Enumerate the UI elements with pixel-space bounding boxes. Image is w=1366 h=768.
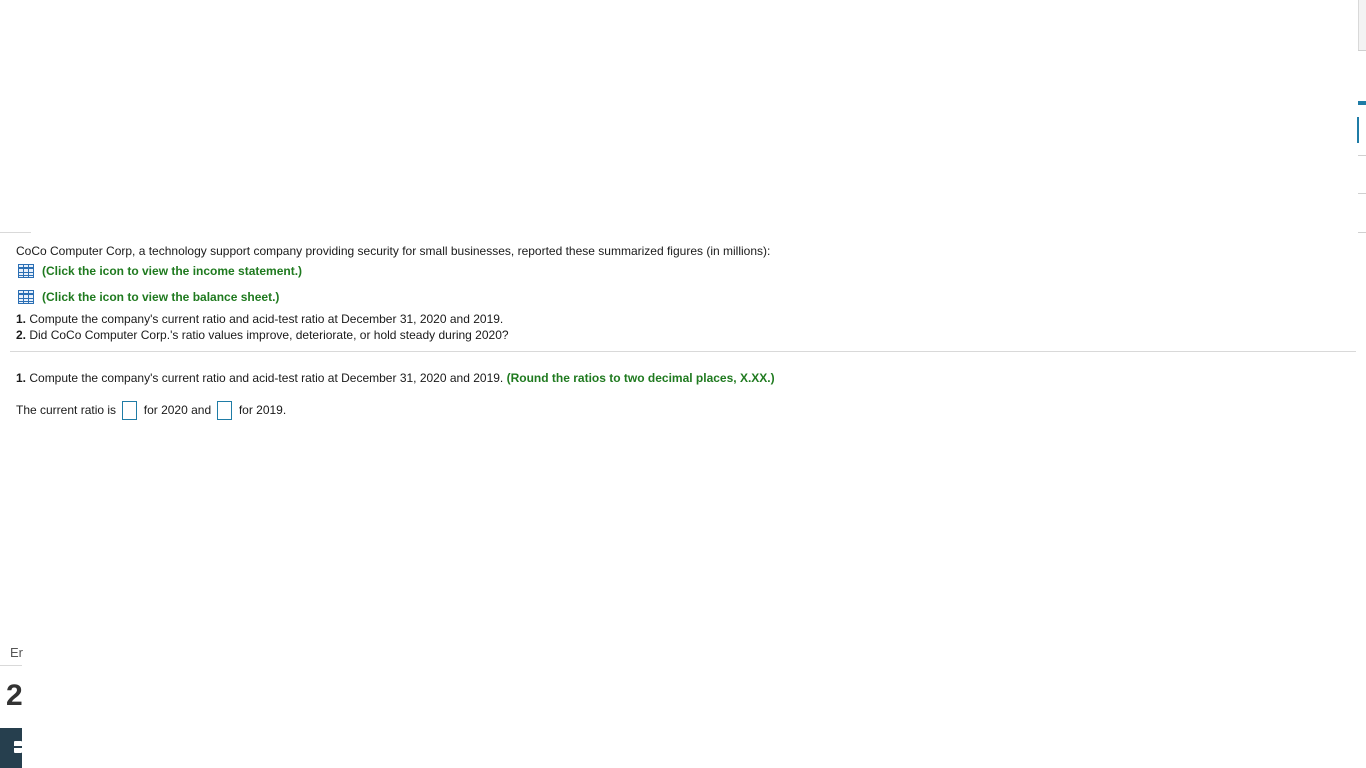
answer-suffix: for 2019. xyxy=(238,403,287,417)
question-number: 2. xyxy=(16,328,27,342)
part-text: Compute the company's current ratio and … xyxy=(26,371,507,385)
question-item: 2. Did CoCo Computer Corp.'s ratio value… xyxy=(16,327,509,343)
problem-intro: CoCo Computer Corp, a technology support… xyxy=(16,244,771,258)
question-item: 1. Compute the company's current ratio a… xyxy=(16,311,503,327)
current-ratio-2019-input[interactable] xyxy=(217,401,233,421)
left-panel-number: 2 xyxy=(6,679,23,712)
income-statement-link-label[interactable]: (Click the icon to view the income state… xyxy=(42,263,302,279)
rounding-hint: (Round the ratios to two decimal places,… xyxy=(506,371,775,385)
part1-instruction: 1. Compute the company's current ratio a… xyxy=(16,370,775,386)
right-divider xyxy=(1358,50,1366,51)
balance-sheet-link[interactable]: (Click the icon to view the balance shee… xyxy=(18,289,279,305)
question-text: Compute the company's current ratio and … xyxy=(26,312,504,326)
current-ratio-2020-input[interactable] xyxy=(122,401,138,421)
right-divider xyxy=(1358,155,1366,156)
right-panel-edge xyxy=(1358,0,1366,50)
question-number: 1. xyxy=(16,312,27,326)
left-divider xyxy=(0,232,31,233)
left-panel-label: Er xyxy=(10,645,23,660)
right-divider xyxy=(1358,232,1366,233)
right-divider xyxy=(1358,193,1366,194)
income-statement-link[interactable]: (Click the icon to view the income state… xyxy=(18,263,302,279)
current-ratio-row: The current ratio is for 2020 and for 20… xyxy=(16,401,287,421)
answer-mid: for 2020 and xyxy=(143,403,212,417)
right-accent-bar xyxy=(1358,101,1366,105)
part-number: 1. xyxy=(16,371,27,385)
answer-prefix: The current ratio is xyxy=(16,403,117,417)
table-grid-icon[interactable] xyxy=(18,264,34,278)
left-divider xyxy=(0,665,22,666)
balance-sheet-link-label[interactable]: (Click the icon to view the balance shee… xyxy=(42,289,279,305)
panel-toggle-icon[interactable] xyxy=(14,741,22,753)
question-text: Did CoCo Computer Corp.'s ratio values i… xyxy=(26,328,509,342)
table-grid-icon[interactable] xyxy=(18,290,34,304)
section-divider xyxy=(10,351,1356,352)
right-scroll-indicator[interactable] xyxy=(1357,117,1359,143)
